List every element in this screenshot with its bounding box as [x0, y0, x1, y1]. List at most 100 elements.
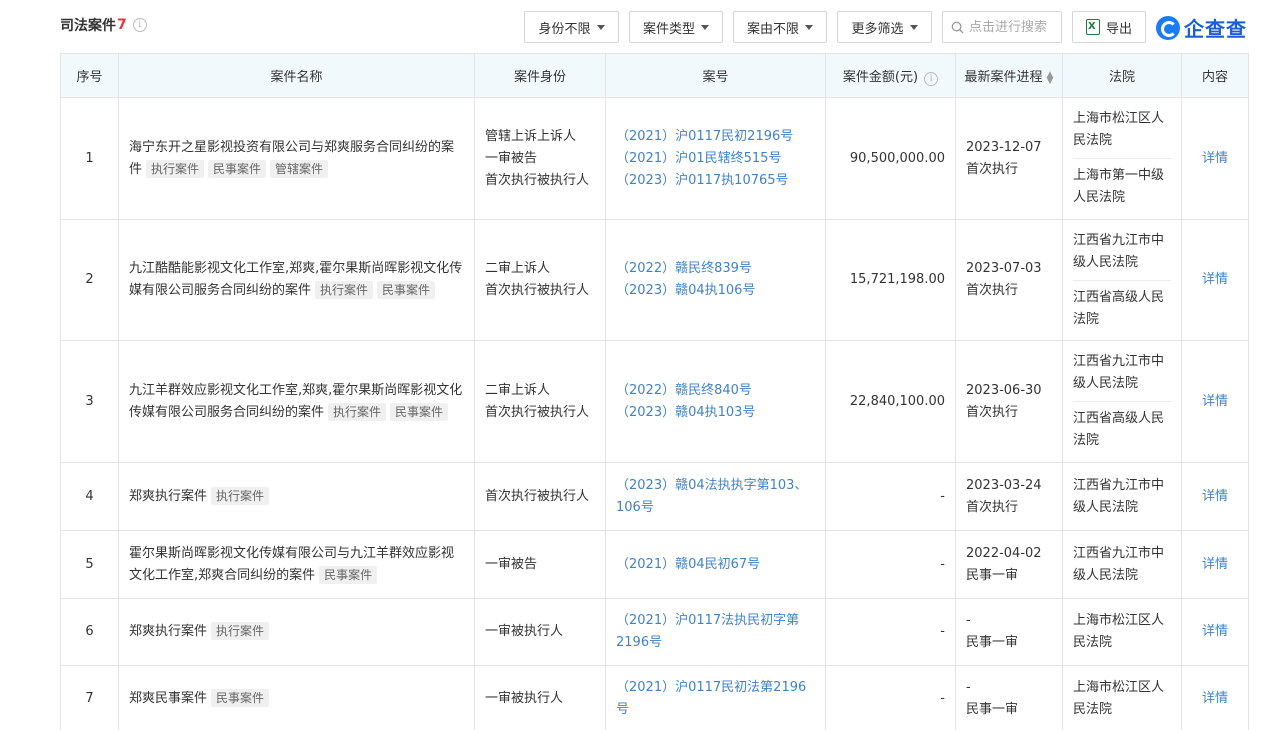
cell-case-name: 郑爽执行案件 执行案件	[118, 462, 475, 531]
cell-role: 首次执行被执行人	[474, 462, 606, 531]
cell-no: 6	[60, 598, 119, 666]
detail-link[interactable]: 详情	[1202, 691, 1228, 706]
case-type-tag: 执行案件	[315, 281, 374, 299]
role-line: 一审被告	[485, 150, 538, 166]
cell-content: 详情	[1181, 665, 1249, 730]
case-no-link[interactable]: （2023）赣04执103号	[616, 402, 815, 424]
cell-amount: -	[825, 598, 956, 666]
case-no-link[interactable]: （2023）沪0117执10765号	[616, 170, 815, 192]
column-header-role: 案件身份	[474, 53, 606, 98]
detail-link[interactable]: 详情	[1202, 624, 1228, 639]
sort-icon[interactable]: ▲ ▼	[1047, 70, 1054, 85]
cell-role: 一审被告	[474, 530, 606, 599]
cell-role: 一审被执行人	[474, 665, 606, 730]
progress-stage: 首次执行	[966, 283, 1019, 298]
export-button[interactable]: 导出	[1072, 11, 1146, 43]
detail-link[interactable]: 详情	[1202, 394, 1228, 409]
cell-content: 详情	[1181, 97, 1249, 220]
cell-case-no: （2021）沪0117法执民初字第2196号	[605, 598, 826, 666]
cell-case-no: （2022）赣民终840号 （2023）赣04执103号	[605, 340, 826, 463]
cell-progress: 2023-06-30 首次执行	[955, 340, 1063, 463]
cell-court: 江西省九江市中级人民法院	[1062, 530, 1182, 599]
info-icon[interactable]: i	[924, 71, 939, 86]
search-icon	[951, 21, 964, 34]
chevron-down-icon	[596, 24, 605, 30]
search-input[interactable]	[969, 19, 1061, 35]
case-name-link[interactable]: 郑爽执行案件	[129, 489, 207, 504]
case-no-link[interactable]: （2022）赣民终839号	[616, 258, 815, 280]
detail-link[interactable]: 详情	[1202, 151, 1228, 166]
case-count: 7	[117, 17, 127, 33]
court-name: 上海市松江区人民法院	[1073, 111, 1165, 148]
cell-progress: 2022-04-02 民事一审	[955, 530, 1063, 599]
detail-link[interactable]: 详情	[1202, 557, 1228, 572]
progress-date: 2023-12-07	[966, 139, 1042, 155]
column-header-progress[interactable]: 最新案件进程 ▲ ▼	[955, 53, 1063, 98]
cell-role: 管辖上诉上诉人 一审被告 首次执行被执行人	[474, 97, 606, 220]
case-no-link[interactable]: （2023）赣04法执执字第103、106号	[616, 475, 815, 519]
filter-case-type-label: 案件类型	[642, 21, 695, 37]
case-no-link[interactable]: （2021）沪0117法执民初字第2196号	[616, 610, 815, 654]
case-no-link[interactable]: （2021）赣04民初67号	[616, 554, 815, 576]
cell-amount: -	[825, 665, 956, 730]
case-no-link[interactable]: （2023）赣04执106号	[616, 280, 815, 302]
case-name-link[interactable]: 霍尔果斯尚晖影视文化传媒有限公司与九江羊群效应影视文化工作室,郑爽合同纠纷的案件	[129, 546, 454, 583]
detail-link[interactable]: 详情	[1202, 272, 1228, 287]
case-name-link[interactable]: 郑爽民事案件	[129, 691, 207, 706]
cell-court: 江西省九江市中级人民法院 江西省高级人民法院	[1062, 219, 1182, 341]
filter-cause-label: 案由不限	[746, 21, 799, 37]
role-line: 二审上诉人	[485, 261, 551, 276]
progress-date: 2022-04-02	[966, 545, 1042, 561]
progress-stage: 民事一审	[966, 635, 1019, 650]
case-no-link[interactable]: （2021）沪0117民初2196号	[616, 126, 815, 148]
progress-stage: 首次执行	[966, 161, 1019, 177]
search-box[interactable]	[942, 11, 1062, 43]
filter-case-type-dropdown[interactable]: 案件类型	[629, 11, 723, 43]
case-type-tag: 执行案件	[146, 159, 205, 178]
section-title-label: 司法案件	[60, 18, 116, 34]
progress-stage: 民事一审	[966, 567, 1019, 583]
column-header-progress-label: 最新案件进程	[964, 70, 1043, 85]
court-name: 江西省九江市中级人民法院	[1073, 232, 1165, 270]
info-icon[interactable]: i	[132, 18, 147, 32]
case-no-link[interactable]: （2021）沪0117民初法第2196号	[616, 677, 815, 721]
cell-no: 5	[60, 530, 119, 599]
cell-case-no: （2023）赣04法执执字第103、106号	[605, 462, 826, 531]
progress-stage: 民事一审	[966, 702, 1019, 717]
cell-content: 详情	[1181, 340, 1249, 463]
progress-stage: 首次执行	[966, 499, 1019, 515]
filter-more-label: 更多筛选	[851, 21, 904, 37]
court-name: 上海市松江区人民法院	[1073, 680, 1165, 717]
filter-cause-dropdown[interactable]: 案由不限	[733, 11, 827, 43]
cell-no: 4	[60, 462, 119, 531]
case-type-tag: 民事案件	[390, 402, 449, 421]
cell-amount: -	[825, 462, 956, 531]
case-no-link[interactable]: （2021）沪01民辖终515号	[616, 148, 815, 170]
progress-date: -	[966, 680, 971, 695]
role-line: 首次执行被执行人	[485, 488, 590, 504]
court-name: 江西省九江市中级人民法院	[1073, 354, 1165, 391]
cell-role: 二审上诉人首次执行被执行人	[474, 219, 606, 341]
court-name: 江西省九江市中级人民法院	[1073, 477, 1165, 515]
case-type-tag: 民事案件	[377, 281, 436, 299]
cell-court: 上海市松江区人民法院	[1062, 665, 1182, 730]
case-name-link[interactable]: 郑爽执行案件	[129, 624, 207, 639]
role-line: 首次执行被执行人	[485, 404, 590, 420]
progress-date: 2023-07-03	[966, 261, 1042, 276]
export-label: 导出	[1105, 21, 1132, 37]
case-type-tag: 执行案件	[328, 402, 387, 421]
cell-amount: 22,840,100.00	[825, 340, 956, 463]
logo-mark-icon	[1156, 15, 1180, 40]
filter-more-dropdown[interactable]: 更多筛选	[837, 11, 932, 43]
role-line: 首次执行被执行人	[485, 283, 590, 298]
cell-content: 详情	[1181, 530, 1249, 599]
cell-no: 2	[60, 219, 119, 341]
role-line: 一审被告	[485, 556, 538, 572]
cell-court: 江西省九江市中级人民法院	[1062, 462, 1182, 531]
detail-link[interactable]: 详情	[1202, 489, 1228, 504]
filter-identity-dropdown[interactable]: 身份不限	[524, 11, 619, 43]
logo-text: 企查查	[1184, 17, 1247, 41]
table-row: 6 郑爽执行案件 执行案件 一审被执行人 （2021）沪0117法执民初字第2196号 -…	[60, 598, 1249, 666]
column-header-no: 序号	[60, 53, 119, 98]
case-no-link[interactable]: （2022）赣民终840号	[616, 380, 815, 402]
